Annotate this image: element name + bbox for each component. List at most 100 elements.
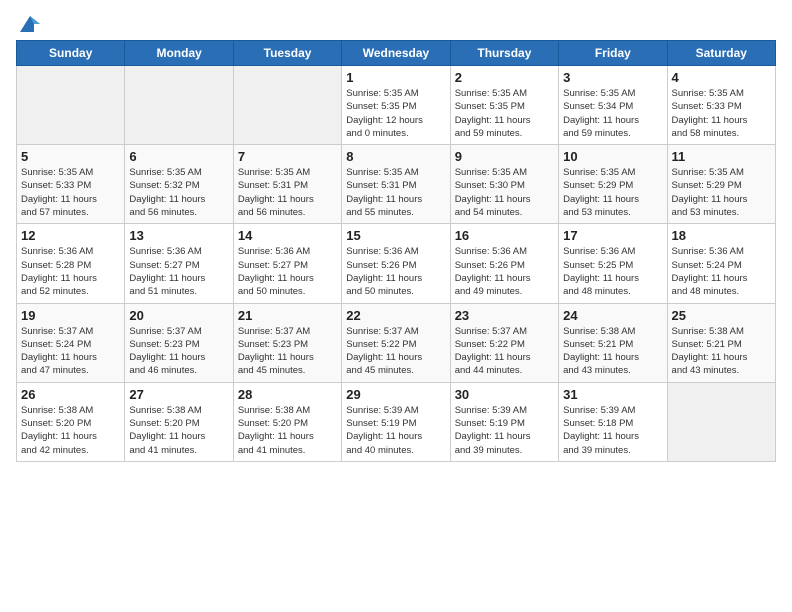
day-info: Sunrise: 5:35 AM Sunset: 5:33 PM Dayligh… <box>672 87 771 140</box>
day-info: Sunrise: 5:39 AM Sunset: 5:19 PM Dayligh… <box>346 404 445 457</box>
calendar-cell: 12 Sunrise: 5:36 AM Sunset: 5:28 PM Dayli… <box>17 224 125 303</box>
day-info: Sunrise: 5:38 AM Sunset: 5:20 PM Dayligh… <box>129 404 228 457</box>
calendar-cell: 21Sunrise: 5:37 AM Sunset: 5:23 PM Dayli… <box>233 303 341 382</box>
day-number: 12 <box>21 228 120 243</box>
calendar-week-2: 5 Sunrise: 5:35 AM Sunset: 5:33 PM Daylig… <box>17 145 776 224</box>
day-info: Sunrise: 5:39 AM Sunset: 5:18 PM Dayligh… <box>563 404 662 457</box>
day-info: Sunrise: 5:38 AM Sunset: 5:21 PM Dayligh… <box>672 325 771 378</box>
day-info: Sunrise: 5:38 AM Sunset: 5:21 PM Dayligh… <box>563 325 662 378</box>
calendar-cell: 17 Sunrise: 5:36 AM Sunset: 5:25 PM Dayli… <box>559 224 667 303</box>
calendar-cell: 5 Sunrise: 5:35 AM Sunset: 5:33 PM Daylig… <box>17 145 125 224</box>
calendar-week-3: 12 Sunrise: 5:36 AM Sunset: 5:28 PM Dayli… <box>17 224 776 303</box>
calendar-cell: 27 Sunrise: 5:38 AM Sunset: 5:20 PM Dayli… <box>125 382 233 461</box>
calendar-week-1: 1 Sunrise: 5:35 AM Sunset: 5:35 PM Daylig… <box>17 66 776 145</box>
calendar-cell: 7 Sunrise: 5:35 AM Sunset: 5:31 PM Daylig… <box>233 145 341 224</box>
weekday-header-saturday: Saturday <box>667 41 775 66</box>
day-info: Sunrise: 5:39 AM Sunset: 5:19 PM Dayligh… <box>455 404 554 457</box>
day-number: 4 <box>672 70 771 85</box>
day-number: 17 <box>563 228 662 243</box>
day-info: Sunrise: 5:35 AM Sunset: 5:34 PM Dayligh… <box>563 87 662 140</box>
calendar-cell: 9 Sunrise: 5:35 AM Sunset: 5:30 PM Daylig… <box>450 145 558 224</box>
day-number: 16 <box>455 228 554 243</box>
calendar-cell <box>233 66 341 145</box>
day-number: 28 <box>238 387 337 402</box>
day-info: Sunrise: 5:35 AM Sunset: 5:35 PM Dayligh… <box>455 87 554 140</box>
day-number: 6 <box>129 149 228 164</box>
logo <box>16 16 40 32</box>
day-info: Sunrise: 5:37 AM Sunset: 5:22 PM Dayligh… <box>346 325 445 378</box>
calendar-cell: 22 Sunrise: 5:37 AM Sunset: 5:22 PM Dayli… <box>342 303 450 382</box>
calendar-cell: 10 Sunrise: 5:35 AM Sunset: 5:29 PM Dayli… <box>559 145 667 224</box>
day-number: 30 <box>455 387 554 402</box>
day-info: Sunrise: 5:35 AM Sunset: 5:31 PM Dayligh… <box>238 166 337 219</box>
day-info: Sunrise: 5:36 AM Sunset: 5:27 PM Dayligh… <box>238 245 337 298</box>
day-number: 25 <box>672 308 771 323</box>
calendar-cell: 25 Sunrise: 5:38 AM Sunset: 5:21 PM Dayli… <box>667 303 775 382</box>
calendar-body: 1 Sunrise: 5:35 AM Sunset: 5:35 PM Daylig… <box>17 66 776 462</box>
day-number: 29 <box>346 387 445 402</box>
day-info: Sunrise: 5:37 AM Sunset: 5:22 PM Dayligh… <box>455 325 554 378</box>
day-info: Sunrise: 5:37 AM Sunset: 5:23 PM Dayligh… <box>129 325 228 378</box>
day-number: 19 <box>21 308 120 323</box>
day-info: Sunrise: 5:36 AM Sunset: 5:26 PM Dayligh… <box>455 245 554 298</box>
day-info: Sunrise: 5:36 AM Sunset: 5:24 PM Dayligh… <box>672 245 771 298</box>
calendar-cell: 14Sunrise: 5:36 AM Sunset: 5:27 PM Dayli… <box>233 224 341 303</box>
calendar-cell: 18 Sunrise: 5:36 AM Sunset: 5:24 PM Dayli… <box>667 224 775 303</box>
day-number: 11 <box>672 149 771 164</box>
calendar-table: SundayMondayTuesdayWednesdayThursdayFrid… <box>16 40 776 462</box>
calendar-cell <box>667 382 775 461</box>
day-number: 2 <box>455 70 554 85</box>
weekday-header-tuesday: Tuesday <box>233 41 341 66</box>
day-number: 9 <box>455 149 554 164</box>
day-info: Sunrise: 5:36 AM Sunset: 5:26 PM Dayligh… <box>346 245 445 298</box>
calendar-cell: 15 Sunrise: 5:36 AM Sunset: 5:26 PM Dayli… <box>342 224 450 303</box>
day-number: 3 <box>563 70 662 85</box>
day-number: 10 <box>563 149 662 164</box>
day-info: Sunrise: 5:36 AM Sunset: 5:28 PM Dayligh… <box>21 245 120 298</box>
calendar-cell: 6Sunrise: 5:35 AM Sunset: 5:32 PM Daylig… <box>125 145 233 224</box>
calendar-cell: 20 Sunrise: 5:37 AM Sunset: 5:23 PM Dayli… <box>125 303 233 382</box>
calendar-cell: 29 Sunrise: 5:39 AM Sunset: 5:19 PM Dayli… <box>342 382 450 461</box>
day-number: 1 <box>346 70 445 85</box>
weekday-header-monday: Monday <box>125 41 233 66</box>
calendar-cell: 24 Sunrise: 5:38 AM Sunset: 5:21 PM Dayli… <box>559 303 667 382</box>
weekday-header-sunday: Sunday <box>17 41 125 66</box>
day-number: 22 <box>346 308 445 323</box>
day-number: 24 <box>563 308 662 323</box>
calendar-cell: 13 Sunrise: 5:36 AM Sunset: 5:27 PM Dayli… <box>125 224 233 303</box>
calendar-cell: 23 Sunrise: 5:37 AM Sunset: 5:22 PM Dayli… <box>450 303 558 382</box>
weekday-header-friday: Friday <box>559 41 667 66</box>
calendar-cell <box>17 66 125 145</box>
calendar-cell: 30 Sunrise: 5:39 AM Sunset: 5:19 PM Dayli… <box>450 382 558 461</box>
day-info: Sunrise: 5:35 AM Sunset: 5:29 PM Dayligh… <box>672 166 771 219</box>
calendar-cell: 19Sunrise: 5:37 AM Sunset: 5:24 PM Dayli… <box>17 303 125 382</box>
day-number: 20 <box>129 308 228 323</box>
day-number: 18 <box>672 228 771 243</box>
day-info: Sunrise: 5:35 AM Sunset: 5:30 PM Dayligh… <box>455 166 554 219</box>
day-number: 7 <box>238 149 337 164</box>
day-number: 15 <box>346 228 445 243</box>
day-number: 27 <box>129 387 228 402</box>
day-number: 23 <box>455 308 554 323</box>
calendar-cell <box>125 66 233 145</box>
day-info: Sunrise: 5:35 AM Sunset: 5:33 PM Dayligh… <box>21 166 120 219</box>
day-number: 5 <box>21 149 120 164</box>
calendar-cell: 31Sunrise: 5:39 AM Sunset: 5:18 PM Dayli… <box>559 382 667 461</box>
calendar-cell: 4 Sunrise: 5:35 AM Sunset: 5:33 PM Daylig… <box>667 66 775 145</box>
weekday-header-wednesday: Wednesday <box>342 41 450 66</box>
calendar-cell: 1 Sunrise: 5:35 AM Sunset: 5:35 PM Daylig… <box>342 66 450 145</box>
day-info: Sunrise: 5:35 AM Sunset: 5:29 PM Dayligh… <box>563 166 662 219</box>
calendar-week-5: 26 Sunrise: 5:38 AM Sunset: 5:20 PM Dayli… <box>17 382 776 461</box>
weekday-header-row: SundayMondayTuesdayWednesdayThursdayFrid… <box>17 41 776 66</box>
day-info: Sunrise: 5:38 AM Sunset: 5:20 PM Dayligh… <box>21 404 120 457</box>
day-number: 13 <box>129 228 228 243</box>
calendar-week-4: 19Sunrise: 5:37 AM Sunset: 5:24 PM Dayli… <box>17 303 776 382</box>
calendar-cell: 3 Sunrise: 5:35 AM Sunset: 5:34 PM Daylig… <box>559 66 667 145</box>
header <box>16 16 776 32</box>
calendar-cell: 26 Sunrise: 5:38 AM Sunset: 5:20 PM Dayli… <box>17 382 125 461</box>
day-number: 26 <box>21 387 120 402</box>
day-info: Sunrise: 5:36 AM Sunset: 5:25 PM Dayligh… <box>563 245 662 298</box>
day-info: Sunrise: 5:36 AM Sunset: 5:27 PM Dayligh… <box>129 245 228 298</box>
day-info: Sunrise: 5:35 AM Sunset: 5:35 PM Dayligh… <box>346 87 445 140</box>
calendar-cell: 28Sunrise: 5:38 AM Sunset: 5:20 PM Dayli… <box>233 382 341 461</box>
